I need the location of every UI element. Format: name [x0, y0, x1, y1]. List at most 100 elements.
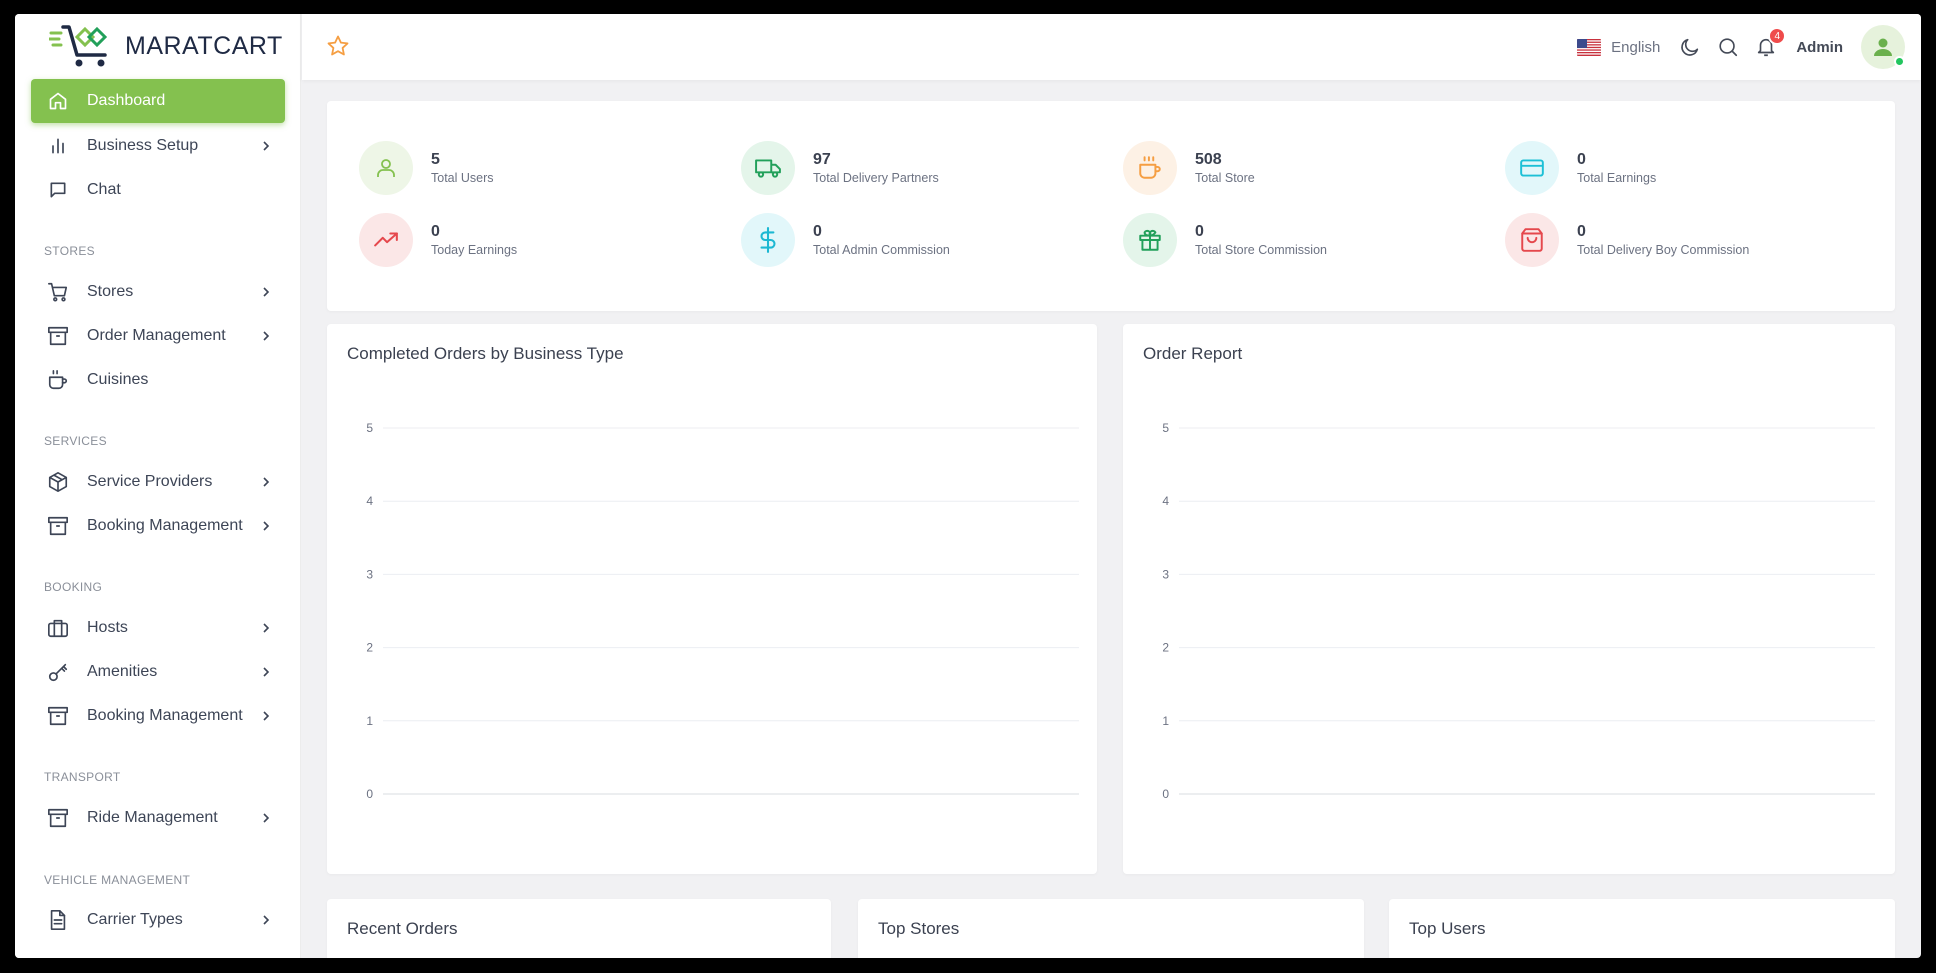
sidebar-item-dashboard[interactable]: Dashboard [31, 79, 285, 123]
order-report-chart: 0 1 2 3 4 5 [1162, 421, 1875, 801]
archive-icon [46, 324, 70, 348]
stat-total-delivery-partners: 97 Total Delivery Partners [741, 141, 1101, 195]
stat-value: 0 [1577, 151, 1586, 168]
archive-icon [46, 514, 70, 538]
recent-orders-card: Recent Orders [327, 899, 831, 958]
sidebar-item-carrier-types[interactable]: Carrier Types [31, 898, 285, 942]
user-name[interactable]: Admin [1796, 39, 1843, 56]
stat-total-delivery-boy-commission: 0 Total Delivery Boy Commission [1505, 213, 1865, 267]
notification-badge: 4 [1768, 27, 1787, 45]
sidebar-item-amenities[interactable]: Amenities [31, 650, 285, 694]
search-icon[interactable] [1716, 35, 1740, 59]
y-tick-label: 1 [1162, 714, 1169, 728]
us-flag-icon [1577, 38, 1602, 56]
coffee-icon [1123, 141, 1177, 195]
user-icon [359, 141, 413, 195]
sidebar-item-service-providers[interactable]: Service Providers [31, 460, 285, 504]
user-avatar-icon [1874, 38, 1892, 56]
stat-total-store: 508 Total Store [1123, 141, 1483, 195]
sidebar-item-ride-management[interactable]: Ride Management [31, 796, 285, 840]
sidebar-item-cuisines[interactable]: Cuisines [31, 358, 285, 402]
chevron-right-icon [263, 711, 270, 721]
language-selector[interactable]: English [1577, 38, 1661, 56]
app-frame: MARATCART Dashboard Business Setup Chat … [15, 14, 1921, 958]
stat-label: Total Store Commission [1195, 243, 1327, 257]
chevron-right-icon [263, 477, 270, 487]
section-label-transport: TRANSPORT [44, 770, 121, 784]
completed-orders-chart: 0 1 2 3 4 5 [366, 421, 1079, 801]
stat-label: Total Users [431, 171, 494, 185]
language-label: English [1611, 38, 1661, 56]
chevron-right-icon [263, 813, 270, 823]
stat-value: 5 [431, 151, 440, 168]
stat-value: 97 [813, 151, 831, 168]
stat-total-users: 5 Total Users [359, 141, 719, 195]
sidebar-item-label: Amenities [87, 663, 158, 680]
key-icon [46, 660, 70, 684]
trending-up-icon [359, 213, 413, 267]
section-label-vehicle-management: VEHICLE MANAGEMENT [44, 873, 191, 887]
coffee-icon [46, 368, 70, 392]
file-text-icon [46, 908, 70, 932]
top-header: English 4 Admin [302, 14, 1921, 80]
sidebar-item-label: Dashboard [87, 92, 166, 109]
online-status-dot [1894, 56, 1905, 67]
y-tick-label: 3 [366, 567, 373, 581]
stat-today-earnings: 0 Today Earnings [359, 213, 719, 267]
y-tick-label: 5 [366, 421, 373, 435]
chevron-right-icon [263, 141, 270, 151]
package-icon [46, 470, 70, 494]
top-users-card: Top Users [1389, 899, 1895, 958]
cart-logo-icon [49, 25, 108, 67]
sidebar-item-hosts[interactable]: Hosts [31, 606, 285, 650]
bell-icon[interactable]: 4 [1754, 27, 1787, 59]
sidebar-item-stores[interactable]: Stores [31, 270, 285, 314]
chevron-right-icon [263, 521, 270, 531]
section-label-services: SERVICES [44, 434, 107, 448]
truck-icon [741, 141, 795, 195]
dollar-icon [741, 213, 795, 267]
chevron-right-icon [263, 623, 270, 633]
brand-name: MARATCART [125, 31, 283, 60]
credit-card-icon [1505, 141, 1559, 195]
top-stores-card: Top Stores [858, 899, 1364, 958]
star-icon[interactable] [326, 34, 350, 63]
bar-chart-icon [46, 134, 70, 158]
avatar[interactable] [1861, 25, 1905, 69]
chevron-right-icon [263, 331, 270, 341]
sidebar-item-label: Cuisines [87, 371, 149, 388]
stat-total-store-commission: 0 Total Store Commission [1123, 213, 1483, 267]
home-icon [46, 89, 70, 113]
section-label-booking: BOOKING [44, 580, 103, 594]
stat-total-earnings: 0 Total Earnings [1505, 141, 1865, 195]
stat-value: 0 [1577, 223, 1586, 240]
y-tick-label: 0 [1162, 787, 1169, 801]
y-tick-label: 4 [366, 494, 373, 508]
stat-value: 0 [813, 223, 822, 240]
sidebar: MARATCART Dashboard Business Setup Chat … [15, 14, 301, 958]
sidebar-item-order-management[interactable]: Order Management [31, 314, 285, 358]
shopping-bag-icon [1505, 213, 1559, 267]
sidebar-item-label: Hosts [87, 619, 128, 636]
stat-label: Total Store [1195, 171, 1255, 185]
stat-label: Total Delivery Boy Commission [1577, 243, 1750, 257]
sidebar-item-chat[interactable]: Chat [31, 168, 285, 212]
y-tick-label: 0 [366, 787, 373, 801]
brand-logo[interactable]: MARATCART [49, 20, 283, 72]
y-tick-label: 4 [1162, 494, 1169, 508]
moon-icon[interactable] [1678, 35, 1702, 59]
section-label-stores: STORES [44, 244, 95, 258]
sidebar-item-label: Stores [87, 283, 134, 300]
chevron-right-icon [263, 287, 270, 297]
stat-label: Today Earnings [431, 243, 518, 257]
sidebar-item-booking-management-booking[interactable]: Booking Management [31, 694, 285, 738]
y-tick-label: 2 [1162, 641, 1169, 655]
sidebar-item-label: Business Setup [87, 137, 199, 154]
stat-total-admin-commission: 0 Total Admin Commission [741, 213, 1101, 267]
sidebar-item-label: Ride Management [87, 809, 218, 826]
sidebar-item-label: Booking Management [87, 517, 243, 534]
stat-label: Total Delivery Partners [813, 171, 939, 185]
sidebar-item-booking-management-services[interactable]: Booking Management [31, 504, 285, 548]
stat-value: 508 [1195, 151, 1222, 168]
sidebar-item-business-setup[interactable]: Business Setup [31, 124, 285, 168]
